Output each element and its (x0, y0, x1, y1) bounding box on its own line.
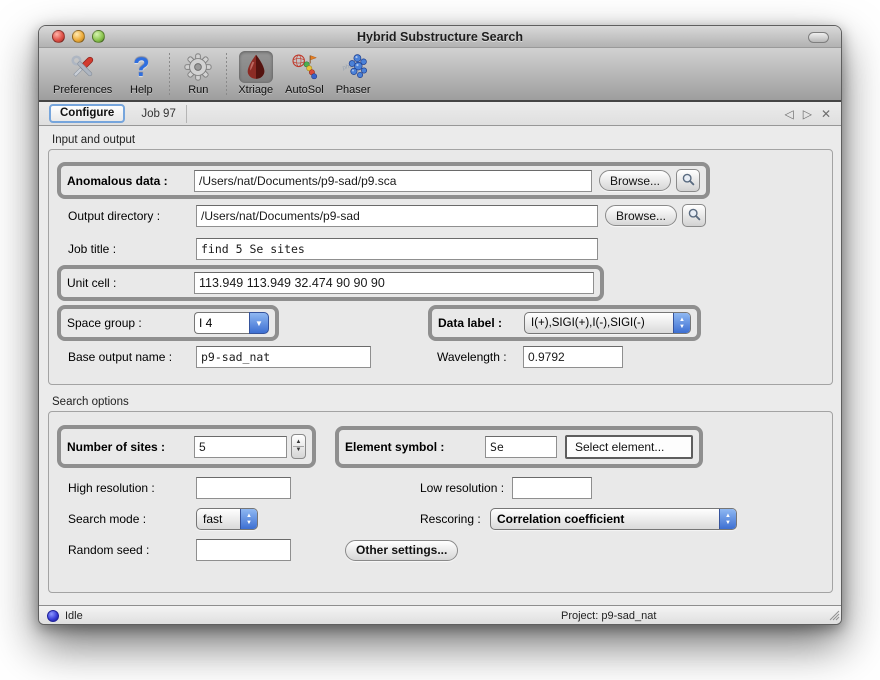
project-label: Project: p9-sad_nat (561, 610, 656, 622)
configure-panel: Input and output Anomalous data : Browse… (39, 126, 841, 605)
select-element-button[interactable]: Select element... (565, 435, 693, 459)
resize-grip[interactable] (827, 608, 840, 624)
screenshot-page: Hybrid Substructure Search (0, 0, 880, 680)
data-label-highlight: Data label : I(+),SIGI(+),I(-),SIGI(-) ▲… (428, 305, 701, 341)
status-indicator-icon (47, 610, 59, 622)
xtriage-button[interactable]: Xtriage (232, 51, 279, 96)
magnifier-icon (687, 207, 702, 225)
search-options-panel: Number of sites : ▲▼ Element symbol : Se… (48, 411, 833, 593)
magnifier-icon (681, 172, 696, 190)
tab-forward-icon[interactable]: ▷ (803, 108, 812, 120)
unit-cell-input[interactable] (194, 272, 594, 294)
output-browse-button[interactable]: Browse... (605, 205, 677, 226)
job-title-input[interactable] (196, 238, 598, 260)
high-resolution-input[interactable] (196, 477, 291, 499)
status-bar: Idle Project: p9-sad_nat (39, 605, 841, 625)
run-button[interactable]: Run (175, 51, 221, 96)
window-title: Hybrid Substructure Search (39, 30, 841, 44)
phaser-button[interactable]: phaser (330, 51, 377, 96)
space-group-input[interactable] (194, 312, 249, 334)
data-label-label: Data label : (438, 316, 516, 330)
toolbar-item-label: Preferences (53, 84, 112, 96)
unit-cell-highlight: Unit cell : (57, 265, 604, 301)
toolbar-item-label: Phaser (336, 84, 371, 96)
anomalous-data-input[interactable] (194, 170, 592, 192)
other-settings-button[interactable]: Other settings... (345, 540, 458, 561)
main-toolbar: Preferences ? Help (39, 48, 841, 102)
toolbar-item-label: Run (188, 84, 208, 96)
tab-close-icon[interactable]: ✕ (821, 108, 831, 120)
popup-arrows-icon: ▲▼ (673, 313, 690, 333)
tab-back-icon[interactable]: ◁ (784, 108, 793, 120)
wavelength-label: Wavelength : (437, 350, 523, 364)
number-of-sites-input[interactable] (194, 436, 287, 458)
app-window: Hybrid Substructure Search (38, 25, 842, 625)
low-resolution-label: Low resolution : (420, 481, 512, 495)
space-group-label: Space group : (67, 316, 194, 330)
element-symbol-label: Element symbol : (345, 440, 477, 454)
preferences-button[interactable]: Preferences (47, 51, 118, 96)
phaser-icon: phaser (336, 51, 370, 83)
tab-divider (186, 105, 187, 123)
section-title-input-output: Input and output (52, 134, 841, 146)
rescoring-popup[interactable]: Correlation coefficient ▲▼ (490, 508, 737, 530)
toolbar-separator (226, 53, 227, 95)
unit-cell-label: Unit cell : (67, 276, 194, 290)
search-mode-popup[interactable]: fast ▲▼ (196, 508, 258, 530)
autosol-button[interactable]: AutoSol (279, 51, 330, 96)
number-of-sites-label: Number of sites : (67, 440, 194, 454)
toolbar-item-label: AutoSol (285, 84, 324, 96)
toolbar-item-label: Xtriage (238, 84, 273, 96)
tools-icon (66, 51, 100, 83)
input-output-panel: Anomalous data : Browse... Output direct… (48, 149, 833, 385)
tab-job-97[interactable]: Job 97 (131, 106, 186, 122)
xtriage-drop-icon (239, 51, 273, 83)
data-label-popup[interactable]: I(+),SIGI(+),I(-),SIGI(-) ▲▼ (524, 312, 691, 334)
tab-bar: Configure Job 97 ◁ ▷ ✕ (39, 102, 841, 126)
rescoring-label: Rescoring : (420, 512, 490, 526)
space-group-combobox[interactable]: ▼ (194, 312, 269, 334)
status-text: Idle (65, 610, 83, 622)
base-output-name-label: Base output name : (68, 350, 196, 364)
anomalous-data-label: Anomalous data : (67, 174, 194, 188)
toolbar-separator (169, 53, 170, 95)
space-group-highlight: Space group : ▼ (57, 305, 279, 341)
high-resolution-label: High resolution : (68, 481, 196, 495)
anomalous-browse-button[interactable]: Browse... (599, 170, 671, 191)
output-preview-button[interactable] (682, 204, 706, 227)
number-of-sites-stepper[interactable]: ▲▼ (291, 434, 306, 459)
job-title-label: Job title : (68, 242, 196, 256)
search-mode-label: Search mode : (68, 512, 196, 526)
random-seed-input[interactable] (196, 539, 291, 561)
section-title-search-options: Search options (52, 396, 841, 408)
autosol-icon (287, 51, 321, 83)
wavelength-input[interactable] (523, 346, 623, 368)
tab-configure[interactable]: Configure (49, 104, 125, 123)
help-button[interactable]: ? Help (118, 51, 164, 96)
gear-icon (181, 51, 215, 83)
output-directory-label: Output directory : (68, 209, 196, 223)
anomalous-preview-button[interactable] (676, 169, 700, 192)
element-symbol-highlight: Element symbol : Select element... (335, 426, 703, 468)
number-of-sites-highlight: Number of sites : ▲▼ (57, 425, 316, 468)
random-seed-label: Random seed : (68, 543, 196, 557)
element-symbol-input[interactable] (485, 436, 557, 458)
toolbar-item-label: Help (130, 84, 153, 96)
anomalous-data-highlight: Anomalous data : Browse... (57, 162, 710, 199)
popup-arrows-icon: ▲▼ (719, 509, 736, 529)
chevron-down-icon[interactable]: ▼ (249, 312, 269, 334)
window-titlebar[interactable]: Hybrid Substructure Search (39, 26, 841, 48)
toolbar-toggle-button[interactable] (808, 32, 829, 43)
question-icon: ? (124, 51, 158, 83)
base-output-name-input[interactable] (196, 346, 371, 368)
low-resolution-input[interactable] (512, 477, 592, 499)
output-directory-input[interactable] (196, 205, 598, 227)
popup-arrows-icon: ▲▼ (240, 509, 257, 529)
